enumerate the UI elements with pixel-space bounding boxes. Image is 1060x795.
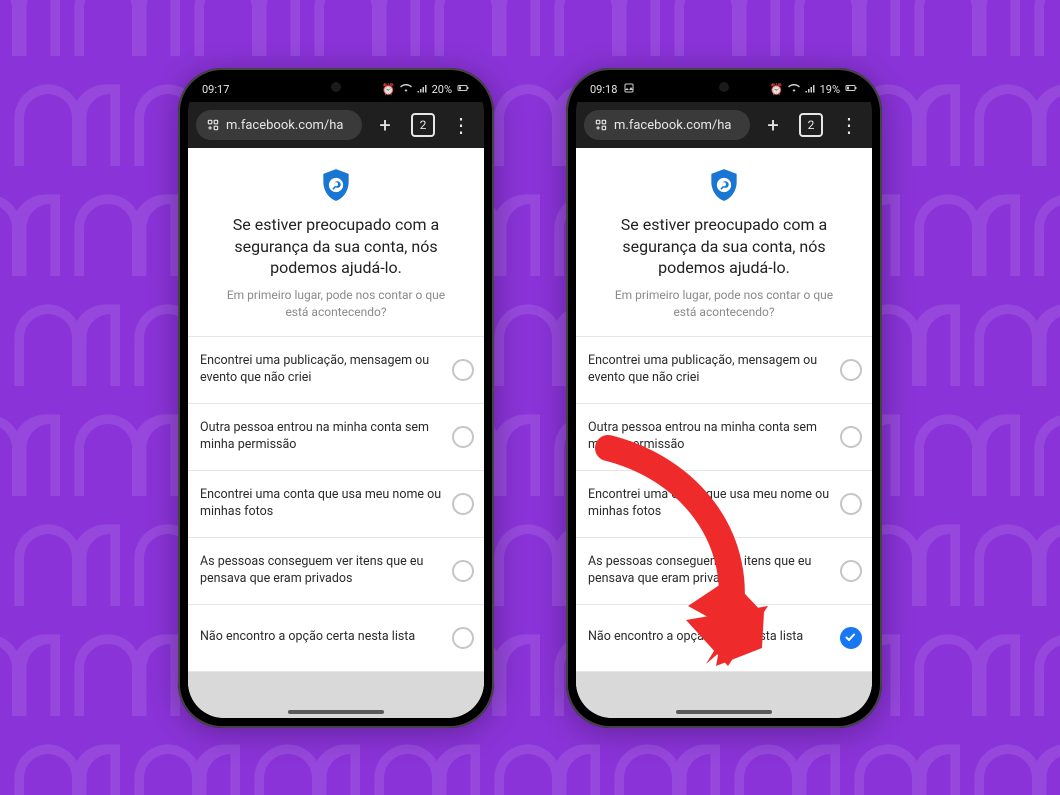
option-row[interactable]: Outra pessoa entrou na minha conta sem m… bbox=[576, 404, 872, 471]
screenshot-icon bbox=[623, 82, 635, 97]
background-pattern bbox=[0, 0, 1060, 795]
page-content: Se estiver preocupado com a segurança da… bbox=[188, 148, 484, 718]
site-settings-icon bbox=[206, 118, 220, 132]
url-text: m.facebook.com/ha bbox=[614, 118, 731, 133]
status-time: 09:17 bbox=[202, 83, 229, 96]
url-text: m.facebook.com/ha bbox=[226, 118, 343, 133]
status-time: 09:18 bbox=[590, 83, 617, 96]
option-label: Outra pessoa entrou na minha conta sem m… bbox=[588, 420, 830, 454]
option-label: Encontrei uma conta que usa meu nome ou … bbox=[588, 487, 830, 521]
option-list: Encontrei uma publicação, mensagem ou ev… bbox=[576, 336, 872, 672]
battery-text: 19% bbox=[820, 83, 840, 96]
radio-button[interactable] bbox=[840, 359, 862, 381]
phone-screen: 09:18 ⏰ 19% bbox=[576, 76, 872, 718]
alarm-icon: ⏰ bbox=[770, 83, 784, 96]
tab-count: 2 bbox=[420, 119, 427, 131]
page-title: Se estiver preocupado com a segurança da… bbox=[598, 214, 850, 279]
status-bar: 09:17 ⏰ 20% bbox=[188, 76, 484, 102]
browser-toolbar: m.facebook.com/ha + 2 ⋮ bbox=[576, 102, 872, 148]
new-tab-button[interactable]: + bbox=[370, 110, 400, 140]
signal-icon bbox=[804, 82, 816, 97]
option-label: As pessoas conseguem ver itens que eu pe… bbox=[200, 554, 442, 588]
option-row[interactable]: Encontrei uma conta que usa meu nome ou … bbox=[576, 471, 872, 538]
alarm-icon: ⏰ bbox=[382, 83, 396, 96]
hero-section: Se estiver preocupado com a segurança da… bbox=[576, 148, 872, 336]
overflow-menu-button[interactable]: ⋮ bbox=[834, 110, 864, 140]
browser-toolbar: m.facebook.com/ha + 2 ⋮ bbox=[188, 102, 484, 148]
option-row[interactable]: As pessoas conseguem ver itens que eu pe… bbox=[576, 538, 872, 605]
overflow-menu-button[interactable]: ⋮ bbox=[446, 110, 476, 140]
front-camera-hole bbox=[329, 80, 343, 94]
radio-button[interactable] bbox=[452, 426, 474, 448]
new-tab-button[interactable]: + bbox=[758, 110, 788, 140]
option-row[interactable]: Não encontro a opção certa nesta lista bbox=[576, 605, 872, 672]
url-bar[interactable]: m.facebook.com/ha bbox=[584, 110, 750, 140]
option-row[interactable]: Encontrei uma conta que usa meu nome ou … bbox=[188, 471, 484, 538]
option-label: Encontrei uma publicação, mensagem ou ev… bbox=[200, 353, 442, 387]
option-label: Encontrei uma publicação, mensagem ou ev… bbox=[588, 353, 830, 387]
battery-text: 20% bbox=[432, 83, 452, 96]
gesture-bar bbox=[288, 710, 384, 714]
radio-button[interactable] bbox=[452, 627, 474, 649]
radio-button[interactable] bbox=[840, 426, 862, 448]
hero-section: Se estiver preocupado com a segurança da… bbox=[188, 148, 484, 336]
url-bar[interactable]: m.facebook.com/ha bbox=[196, 110, 362, 140]
wifi-icon bbox=[400, 82, 412, 97]
option-label: Outra pessoa entrou na minha conta sem m… bbox=[200, 420, 442, 454]
page-content: Se estiver preocupado com a segurança da… bbox=[576, 148, 872, 718]
gesture-bar bbox=[676, 710, 772, 714]
phone-screen: 09:17 ⏰ 20% bbox=[188, 76, 484, 718]
option-row[interactable]: Encontrei uma publicação, mensagem ou ev… bbox=[188, 337, 484, 404]
wifi-icon bbox=[788, 82, 800, 97]
status-bar: 09:18 ⏰ 19% bbox=[576, 76, 872, 102]
page-title: Se estiver preocupado com a segurança da… bbox=[210, 214, 462, 279]
tab-switcher-button[interactable]: 2 bbox=[796, 110, 826, 140]
radio-button[interactable] bbox=[452, 493, 474, 515]
front-camera-hole bbox=[717, 80, 731, 94]
radio-button[interactable] bbox=[452, 560, 474, 582]
option-row[interactable]: Não encontro a opção certa nesta lista bbox=[188, 605, 484, 672]
option-label: Não encontro a opção certa nesta lista bbox=[588, 629, 830, 646]
radio-button[interactable] bbox=[840, 627, 862, 649]
page-subtitle: Em primeiro lugar, pode nos contar o que… bbox=[218, 287, 454, 322]
security-shield-icon bbox=[317, 166, 355, 204]
radio-button[interactable] bbox=[840, 493, 862, 515]
option-label: As pessoas conseguem ver itens que eu pe… bbox=[588, 554, 830, 588]
option-label: Não encontro a opção certa nesta lista bbox=[200, 629, 442, 646]
option-list: Encontrei uma publicação, mensagem ou ev… bbox=[188, 336, 484, 672]
security-shield-icon bbox=[705, 166, 743, 204]
tab-count: 2 bbox=[808, 119, 815, 131]
battery-icon bbox=[456, 82, 470, 97]
phone-mockup-left: 09:17 ⏰ 20% bbox=[178, 68, 494, 728]
radio-button[interactable] bbox=[840, 560, 862, 582]
radio-button[interactable] bbox=[452, 359, 474, 381]
tutorial-image: 09:17 ⏰ 20% bbox=[0, 0, 1060, 795]
page-subtitle: Em primeiro lugar, pode nos contar o que… bbox=[606, 287, 842, 322]
option-row[interactable]: Outra pessoa entrou na minha conta sem m… bbox=[188, 404, 484, 471]
signal-icon bbox=[416, 82, 428, 97]
phone-mockup-right: 09:18 ⏰ 19% bbox=[566, 68, 882, 728]
site-settings-icon bbox=[594, 118, 608, 132]
option-label: Encontrei uma conta que usa meu nome ou … bbox=[200, 487, 442, 521]
option-row[interactable]: As pessoas conseguem ver itens que eu pe… bbox=[188, 538, 484, 605]
battery-icon bbox=[844, 82, 858, 97]
option-row[interactable]: Encontrei uma publicação, mensagem ou ev… bbox=[576, 337, 872, 404]
tab-switcher-button[interactable]: 2 bbox=[408, 110, 438, 140]
